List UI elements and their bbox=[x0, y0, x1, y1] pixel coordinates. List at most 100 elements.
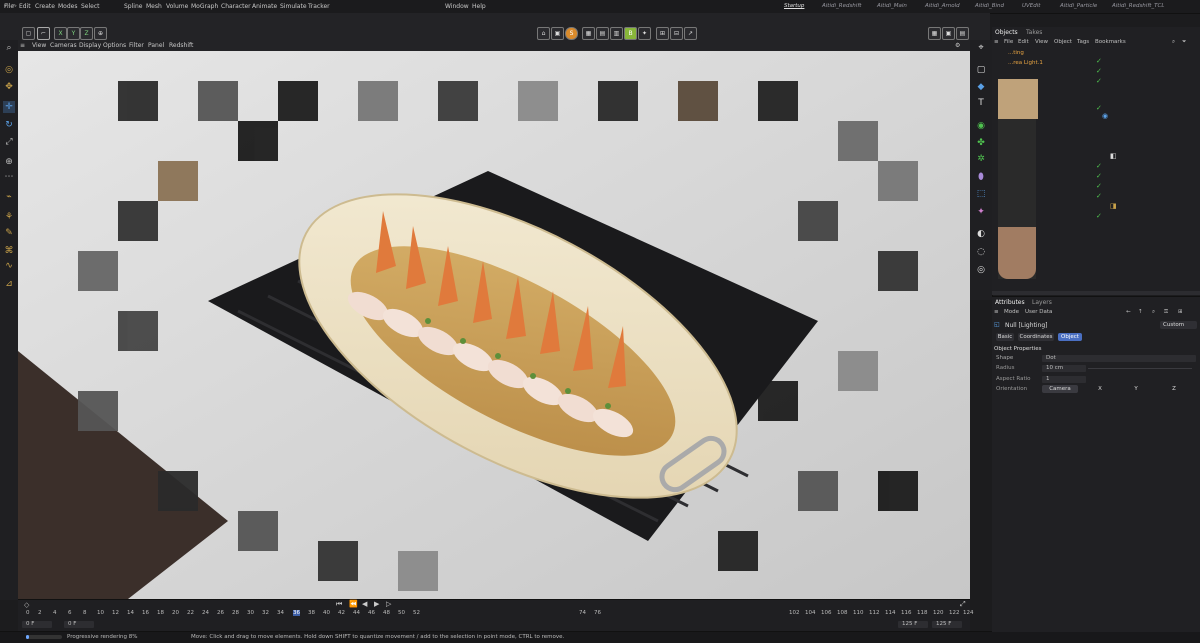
material-tag-icon[interactable]: ◧ bbox=[1110, 152, 1117, 160]
end-frame-field[interactable]: 125 F bbox=[898, 621, 928, 628]
radius-field[interactable]: 10 cm bbox=[1042, 365, 1086, 372]
text-icon[interactable]: T bbox=[975, 97, 987, 109]
search-icon[interactable]: ⌕ bbox=[1172, 39, 1175, 46]
enabled-check-icon[interactable]: ✓ bbox=[1096, 104, 1102, 112]
layout-tab-uvedit[interactable]: UVEdit bbox=[1022, 3, 1040, 9]
menu-window[interactable]: Window bbox=[445, 3, 469, 10]
viewport-menu-redshift[interactable]: Redshift bbox=[169, 42, 193, 49]
texture-tag-icon[interactable]: ◨ bbox=[1110, 202, 1117, 210]
layout-tab-startup[interactable]: Startup bbox=[784, 3, 804, 9]
shape-dropdown[interactable]: Dot bbox=[1042, 355, 1196, 362]
attributes-menu-user-data[interactable]: User Data bbox=[1025, 309, 1052, 315]
magnet-icon[interactable]: ⌘ bbox=[3, 245, 15, 257]
objects-menu-icon[interactable]: ≡ bbox=[994, 39, 999, 45]
live-select-icon[interactable]: ⌐ bbox=[37, 27, 50, 40]
first-frame-icon[interactable]: ⏮ bbox=[336, 600, 342, 609]
deformer-icon[interactable]: ⬮ bbox=[975, 171, 987, 183]
section-object-properties[interactable]: Object Properties bbox=[994, 346, 1041, 352]
axis-z-button[interactable]: Z bbox=[80, 27, 93, 40]
3d-viewport[interactable] bbox=[18, 51, 970, 599]
current-frame-field[interactable]: 0 F bbox=[22, 621, 52, 628]
attributes-menu-icon[interactable]: ≡ bbox=[994, 309, 999, 315]
paint-icon[interactable]: ✎ bbox=[3, 227, 15, 239]
viewport-menu-filter[interactable]: Filter bbox=[129, 42, 144, 49]
move-icon[interactable]: ✛ bbox=[3, 101, 15, 113]
layout-tab-bind[interactable]: Aitidi_Bind bbox=[975, 3, 1004, 9]
menu-select[interactable]: Select bbox=[81, 3, 100, 10]
zoom-icon[interactable]: ⌕ bbox=[3, 42, 15, 54]
object-row-area-light[interactable]: ...rea Light.1 bbox=[1008, 60, 1043, 66]
objects-menu-edit[interactable]: Edit bbox=[1018, 39, 1029, 45]
viewport-menu-cameras[interactable]: Cameras bbox=[50, 42, 77, 49]
tab-takes[interactable]: Takes bbox=[1026, 29, 1042, 36]
menu-help[interactable]: Help bbox=[472, 3, 486, 10]
timeline-expand-icon[interactable]: ⤢ bbox=[960, 600, 966, 609]
menu-mesh[interactable]: Mesh bbox=[146, 3, 162, 10]
layout-tab-main[interactable]: Aitidi_Main bbox=[877, 3, 907, 9]
camera-icon[interactable]: ◌ bbox=[975, 246, 987, 258]
filter-icon[interactable]: ⏷ bbox=[1182, 39, 1186, 46]
object-row-lighting[interactable]: ...ting bbox=[1008, 50, 1024, 56]
light-icon[interactable]: ✦ bbox=[638, 27, 651, 40]
enabled-check-icon[interactable]: ✓ bbox=[1096, 77, 1102, 85]
live-selection-icon[interactable]: ◎ bbox=[3, 64, 15, 76]
brush-icon[interactable]: ⚘ bbox=[3, 211, 15, 223]
light-object-icon[interactable]: ◎ bbox=[975, 264, 987, 276]
subtab-object[interactable]: Object bbox=[1058, 333, 1082, 341]
preset-dropdown[interactable]: Custom bbox=[1160, 321, 1197, 329]
snapping-icon[interactable]: ⋯ bbox=[3, 171, 15, 183]
viewport-menu-display[interactable]: Display bbox=[79, 42, 101, 49]
layout-tab-particle[interactable]: Aitidi_Particle bbox=[1060, 3, 1097, 9]
timeline[interactable]: ◇ ⏮ ⏪ ◀ ▶ ▷ ⤢ 0 2 4 6 8 10 12 14 16 18 2… bbox=[18, 599, 974, 632]
viewport-menu-view[interactable]: View bbox=[32, 42, 46, 49]
field-icon[interactable]: ⬚ bbox=[975, 188, 987, 200]
start-frame-field[interactable]: 0 F bbox=[64, 621, 94, 628]
menu-tracker[interactable]: Tracker bbox=[308, 3, 330, 10]
grid-icon[interactable]: ▦ bbox=[582, 27, 595, 40]
viewport-menu-options[interactable]: Options bbox=[103, 42, 126, 49]
up-arrow-icon[interactable]: ↑ bbox=[1138, 309, 1143, 315]
menu-spline[interactable]: Spline bbox=[124, 3, 142, 10]
cursor-icon[interactable]: ⌖ bbox=[975, 42, 987, 54]
subdivision-icon[interactable]: ◉ bbox=[975, 120, 987, 132]
radius-slider[interactable] bbox=[1088, 368, 1192, 369]
enabled-check-icon[interactable]: ✓ bbox=[1096, 182, 1102, 190]
rectangle-icon[interactable]: ▢ bbox=[975, 64, 987, 76]
subtab-coordinates[interactable]: Coordinates bbox=[1018, 333, 1054, 341]
viewport-menu-panel[interactable]: Panel bbox=[148, 42, 164, 49]
enabled-check-icon[interactable]: ✓ bbox=[1096, 212, 1102, 220]
objects-menu-file[interactable]: File bbox=[1004, 39, 1013, 45]
enabled-check-icon[interactable]: ✓ bbox=[1096, 192, 1102, 200]
orientation-z-button[interactable]: Z bbox=[1156, 385, 1192, 393]
axis-y-button[interactable]: Y bbox=[67, 27, 80, 40]
render-view-icon[interactable]: ▣ bbox=[551, 27, 564, 40]
menu-character[interactable]: Character bbox=[221, 3, 251, 10]
menu-animate[interactable]: Animate bbox=[252, 3, 277, 10]
enabled-check-icon[interactable]: ✓ bbox=[1096, 57, 1102, 65]
effector-icon[interactable]: ✦ bbox=[975, 206, 987, 218]
objects-menu-view[interactable]: View bbox=[1035, 39, 1048, 45]
menu-simulate[interactable]: Simulate bbox=[280, 3, 307, 10]
redshift-icon[interactable]: S bbox=[565, 27, 578, 40]
orientation-y-button[interactable]: Y bbox=[1118, 385, 1154, 393]
enabled-check-icon[interactable]: ✓ bbox=[1096, 172, 1102, 180]
back-arrow-icon[interactable]: ← bbox=[1126, 309, 1131, 315]
tab-attributes[interactable]: Attributes bbox=[995, 299, 1025, 306]
menu-mograph[interactable]: MoGraph bbox=[191, 3, 218, 10]
orientation-camera-button[interactable]: Camera bbox=[1042, 385, 1078, 393]
render-settings-icon[interactable]: ▦ bbox=[928, 27, 941, 40]
transform-icon[interactable]: ⊕ bbox=[3, 156, 15, 168]
layout-tab-redshift[interactable]: Aitidi_Redshift bbox=[822, 3, 861, 9]
target-tag-icon[interactable]: ◉ bbox=[1102, 112, 1108, 120]
snap-icon[interactable]: ⊞ bbox=[656, 27, 669, 40]
cube-primitive-icon[interactable]: ◆ bbox=[975, 81, 987, 93]
enabled-check-icon[interactable]: ✓ bbox=[1096, 67, 1102, 75]
rotate-icon[interactable]: ↻ bbox=[3, 119, 15, 131]
search-attributes-icon[interactable]: ⌕ bbox=[1152, 309, 1155, 316]
scale-icon[interactable]: ⤢ bbox=[3, 136, 15, 148]
objects-scrollbar[interactable] bbox=[992, 291, 1200, 295]
export-icon[interactable]: ↗ bbox=[684, 27, 697, 40]
prev-frame-icon[interactable]: ◀ bbox=[362, 600, 367, 608]
new-panel-icon[interactable]: ⊞ bbox=[1178, 309, 1183, 315]
tab-layers[interactable]: Layers bbox=[1032, 299, 1052, 306]
